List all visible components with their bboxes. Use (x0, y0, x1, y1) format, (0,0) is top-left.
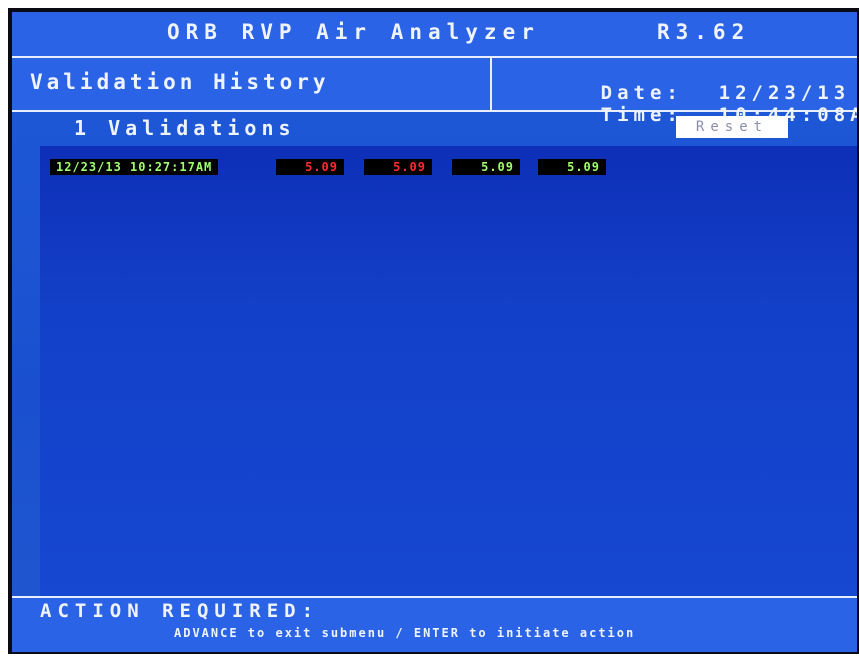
app-title: ORB RVP Air Analyzer (167, 20, 540, 44)
validation-value-3: 5.09 (452, 159, 520, 175)
software-version: R3.62 (657, 20, 751, 44)
validation-value-1: 5.09 (276, 159, 344, 175)
action-instructions: ADVANCE to exit submenu / ENTER to initi… (174, 626, 636, 640)
validation-timestamp: 12/23/13 10:27:17AM (50, 159, 219, 175)
validation-value-2: 5.09 (364, 159, 432, 175)
header-divider (490, 58, 492, 110)
action-required-title: ACTION REQUIRED: (40, 600, 320, 622)
validation-value-4: 5.09 (538, 159, 606, 175)
screen-header: Validation History Date: 12/23/13 Time: 10… (12, 58, 857, 126)
validation-summary-bar: 1 Validations Reset (12, 112, 857, 146)
validation-history-list: 12/23/13 10:27:17AM 5.09 5.09 5.09 5.09 (40, 146, 857, 606)
action-footer: ACTION REQUIRED: ADVANCE to exit submenu… (12, 596, 857, 652)
page-title: Validation History (30, 70, 330, 94)
reset-button[interactable]: Reset (676, 116, 788, 138)
title-bar: ORB RVP Air Analyzer R3.62 (12, 12, 857, 58)
validation-count: 1 Validations (74, 116, 296, 140)
analyzer-screen: ORB RVP Air Analyzer R3.62 Validation Hi… (12, 12, 857, 652)
